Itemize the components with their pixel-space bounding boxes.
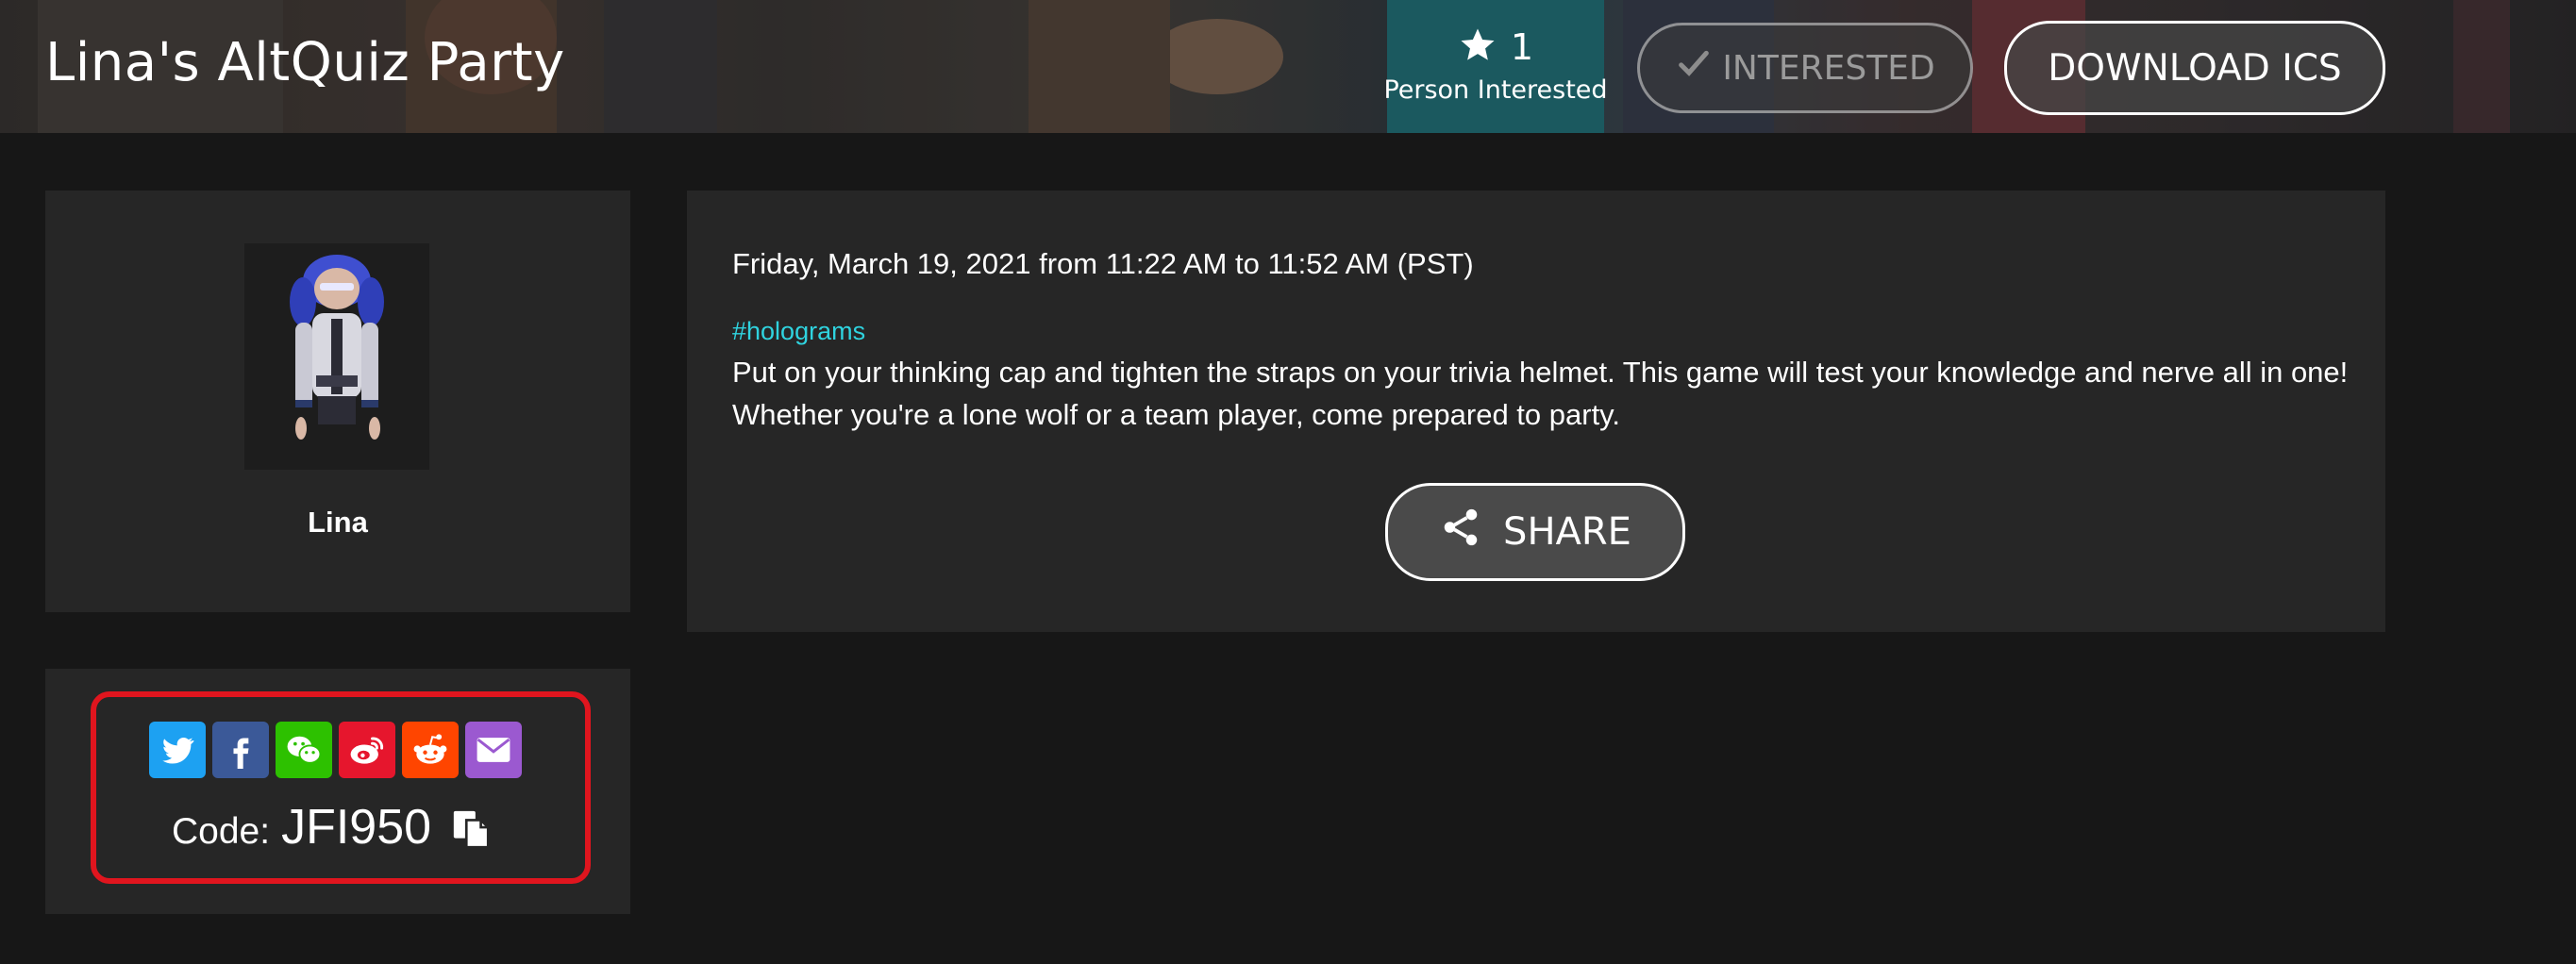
weibo-icon[interactable] [339,722,395,778]
event-description: Put on your thinking cap and tighten the… [732,356,2349,431]
page-title: Lina's AltQuiz Party [45,32,565,93]
host-avatar[interactable] [244,243,429,470]
copy-icon[interactable] [450,807,493,856]
host-name[interactable]: Lina [45,506,630,540]
header-banner: Lina's AltQuiz Party 1 Person Interested… [0,0,2576,133]
star-icon [1458,25,1497,70]
checkmark-icon [1675,45,1713,91]
social-share-card: Code: JFI950 [45,669,630,914]
share-icon [1439,506,1482,558]
interest-label: Person Interested [1383,75,1608,105]
interest-count: 1 [1510,26,1534,68]
share-button-label: SHARE [1503,510,1631,554]
wechat-icon[interactable] [276,722,332,778]
interested-button[interactable]: INTERESTED [1637,23,1973,113]
facebook-icon[interactable] [212,722,269,778]
hashtag-link[interactable]: #holograms [732,317,865,346]
code-label: Code: [172,811,271,852]
avatar-figure [290,255,384,440]
host-card: Lina [45,191,630,612]
download-ics-button[interactable]: DOWNLOAD ICS [2004,21,2385,115]
social-icons-row [149,722,522,778]
code-value: JFI950 [281,800,432,855]
interested-button-label: INTERESTED [1722,48,1935,88]
share-button[interactable]: SHARE [1385,483,1685,581]
code-row: Code: JFI950 [172,799,493,856]
twitter-icon[interactable] [149,722,206,778]
event-details-card: Friday, March 19, 2021 from 11:22 AM to … [687,191,2385,632]
reddit-icon[interactable] [402,722,459,778]
email-icon[interactable] [465,722,522,778]
interest-counter: 1 Person Interested [1378,21,1614,105]
event-date: Friday, March 19, 2021 from 11:22 AM to … [732,247,1474,280]
